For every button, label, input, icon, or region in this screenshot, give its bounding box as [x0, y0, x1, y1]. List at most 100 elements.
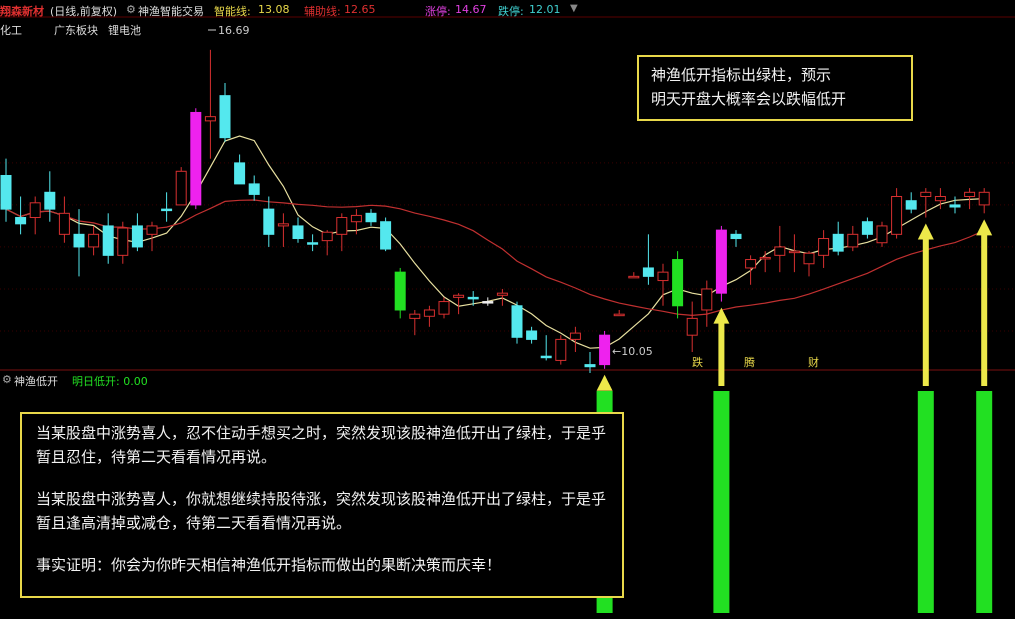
candle[interactable]	[569, 326, 581, 352]
candle[interactable]	[861, 217, 873, 239]
candle-body	[117, 227, 129, 256]
candle[interactable]	[788, 234, 800, 273]
candle-body	[365, 212, 377, 223]
candle[interactable]	[599, 330, 611, 369]
candle[interactable]	[190, 108, 202, 210]
candle[interactable]	[701, 280, 713, 327]
candle[interactable]	[102, 213, 114, 264]
low-open-bar[interactable]	[917, 391, 934, 613]
candle-body	[146, 225, 158, 235]
candle-body	[423, 309, 435, 317]
candle[interactable]	[774, 225, 786, 273]
candle[interactable]	[613, 309, 625, 317]
candle[interactable]	[555, 335, 567, 365]
candle[interactable]	[175, 167, 187, 206]
candle-body	[219, 95, 231, 139]
event-label: 跌	[692, 355, 703, 369]
candle-body	[380, 221, 392, 250]
candle[interactable]	[876, 221, 888, 247]
candle-body	[715, 229, 727, 294]
candle[interactable]	[832, 221, 844, 256]
candle[interactable]	[44, 171, 56, 222]
candle[interactable]	[0, 158, 12, 222]
high-price-label: 16.69	[218, 24, 250, 37]
candle[interactable]	[686, 301, 698, 352]
candle-body	[0, 174, 12, 210]
candle[interactable]	[321, 230, 333, 256]
candle[interactable]	[978, 188, 990, 214]
candle[interactable]	[248, 175, 260, 201]
annotation-paragraph: 当某股盘中涨势喜人，忍不住动手想买之时，突然发现该股神渔低开出了绿柱，于是乎暂且…	[36, 424, 607, 466]
candle-body	[701, 288, 713, 311]
low-open-bar[interactable]	[976, 391, 993, 613]
candle[interactable]	[818, 230, 830, 268]
candle-body	[263, 208, 275, 235]
candle[interactable]	[847, 225, 859, 252]
candle-body	[599, 334, 611, 366]
candle[interactable]	[803, 251, 815, 277]
candle[interactable]	[336, 213, 348, 252]
candle[interactable]	[891, 188, 903, 239]
candle[interactable]	[672, 251, 684, 319]
candle[interactable]	[204, 49, 216, 159]
candle-body	[73, 233, 85, 248]
candle[interactable]	[730, 230, 742, 247]
candle-body	[44, 191, 56, 210]
candle[interactable]	[292, 217, 304, 243]
candle[interactable]	[29, 196, 41, 235]
candle[interactable]	[628, 272, 640, 279]
low-open-bar[interactable]	[713, 391, 730, 613]
candle-body	[453, 294, 465, 298]
candle-body	[190, 111, 202, 206]
candle-body	[394, 271, 406, 311]
candle-body	[175, 170, 187, 206]
candle-body	[642, 267, 654, 277]
candle[interactable]	[482, 297, 494, 306]
candle[interactable]	[540, 335, 552, 361]
candle[interactable]	[219, 83, 231, 142]
candle-body	[438, 301, 450, 315]
candle-body	[467, 296, 479, 300]
candle[interactable]	[131, 213, 143, 252]
candle[interactable]	[905, 192, 917, 214]
candle[interactable]	[307, 234, 319, 252]
candle-body	[613, 313, 625, 317]
candle-body	[88, 233, 100, 248]
candle[interactable]	[161, 192, 173, 222]
candle-body	[964, 191, 976, 198]
annotation-text: 神渔低开指标出绿柱，预示	[651, 66, 832, 84]
annotation-paragraph: 当某股盘中涨势喜人，你就想继续持股待涨，突然发现该股神渔低开出了绿柱，于是乎暂且…	[36, 490, 607, 532]
candle[interactable]	[117, 221, 129, 264]
candle[interactable]	[234, 154, 246, 185]
candle[interactable]	[438, 297, 450, 319]
candle[interactable]	[949, 196, 961, 214]
candle[interactable]	[526, 326, 538, 344]
candle[interactable]	[58, 196, 70, 243]
lower-indicator-name[interactable]: 神渔低开	[14, 373, 58, 389]
candle[interactable]	[423, 305, 435, 327]
candle[interactable]	[715, 225, 727, 302]
candle[interactable]	[496, 288, 508, 306]
candle[interactable]	[745, 255, 757, 285]
candle[interactable]	[365, 209, 377, 226]
candle-body	[949, 204, 961, 208]
chart-window: 翔森新材 (日线,前复权) ⚙ 神渔智能交易 智能线: 13.08 辅助线: 1…	[0, 0, 1015, 619]
candle-body	[336, 217, 348, 235]
candle-body	[526, 330, 538, 340]
candle[interactable]	[394, 267, 406, 319]
candle-body	[584, 364, 596, 368]
candle[interactable]	[380, 217, 392, 252]
candle[interactable]	[409, 309, 421, 336]
candle[interactable]	[88, 225, 100, 256]
gear-icon[interactable]: ⚙	[2, 373, 12, 386]
arrow-shaft	[922, 237, 929, 386]
candle[interactable]	[642, 234, 654, 285]
candle[interactable]	[263, 196, 275, 247]
candle-body	[350, 214, 362, 223]
candle[interactable]	[759, 251, 771, 273]
candle-body	[482, 301, 494, 304]
candle[interactable]	[277, 213, 289, 247]
annotation-text: 明天开盘大概率会以跌幅低开	[651, 90, 847, 108]
candle[interactable]	[511, 301, 523, 344]
candle-body	[555, 338, 567, 361]
